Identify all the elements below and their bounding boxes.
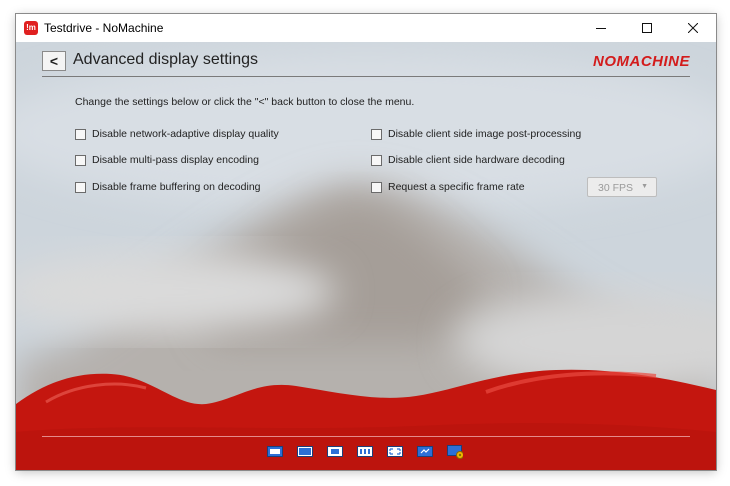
close-icon [688, 23, 698, 33]
checkbox[interactable] [75, 128, 86, 140]
checkbox[interactable] [371, 128, 382, 140]
close-button[interactable] [670, 14, 716, 42]
window-controls [578, 14, 716, 42]
option-label: Disable client side hardware decoding [388, 154, 565, 166]
display-settings-icon[interactable] [417, 445, 433, 459]
title-bar: !m Testdrive - NoMachine [16, 14, 716, 42]
option-disable-hardware-decoding[interactable]: Disable client side hardware decoding [371, 154, 565, 166]
nomachine-logo: NOMACHINE [593, 53, 690, 70]
fullscreen-icon[interactable] [387, 445, 403, 459]
option-label: Disable network-adaptive display quality [92, 128, 279, 140]
option-request-frame-rate[interactable]: Request a specific frame rate [371, 181, 525, 193]
minimize-button[interactable] [578, 14, 624, 42]
resize-icon[interactable] [357, 445, 373, 459]
back-button[interactable]: < [42, 51, 66, 71]
frame-rate-value: 30 FPS [598, 182, 634, 194]
page-title: Advanced display settings [73, 51, 258, 68]
dropdown-arrow-icon: ▼ [641, 183, 648, 190]
advanced-settings-icon[interactable] [447, 445, 463, 459]
frame-rate-select[interactable]: 30 FPS ▼ [587, 177, 657, 197]
option-disable-multi-pass[interactable]: Disable multi-pass display encoding [75, 154, 259, 166]
window-title: Testdrive - NoMachine [44, 21, 164, 35]
fit-to-window-icon[interactable] [297, 445, 313, 459]
option-label: Disable frame buffering on decoding [92, 181, 261, 193]
nomachine-app-icon: !m [24, 21, 38, 35]
option-disable-network-adaptive[interactable]: Disable network-adaptive display quality [75, 128, 279, 140]
checkbox[interactable] [371, 154, 382, 166]
maximize-icon [642, 23, 652, 33]
instructions-text: Change the settings below or click the "… [75, 96, 415, 108]
option-label: Disable multi-pass display encoding [92, 154, 259, 166]
minimize-icon [596, 28, 606, 29]
display-all-icon[interactable] [267, 445, 283, 459]
settings-panel: < Advanced display settings NOMACHINE Ch… [16, 42, 716, 470]
scale-icon[interactable] [327, 445, 343, 459]
option-label: Disable client side image post-processin… [388, 128, 582, 140]
bottom-toolbar [267, 445, 463, 459]
option-label: Request a specific frame rate [388, 181, 525, 193]
option-disable-frame-buffering[interactable]: Disable frame buffering on decoding [75, 181, 261, 193]
footer-divider [42, 436, 690, 437]
nomachine-window: !m Testdrive - NoMachine < Advanced disp… [16, 14, 716, 470]
checkbox[interactable] [75, 181, 86, 193]
maximize-button[interactable] [624, 14, 670, 42]
checkbox[interactable] [371, 181, 382, 193]
option-disable-post-processing[interactable]: Disable client side image post-processin… [371, 128, 581, 140]
header-row: < Advanced display settings NOMACHINE [42, 50, 690, 77]
checkbox[interactable] [75, 154, 86, 166]
